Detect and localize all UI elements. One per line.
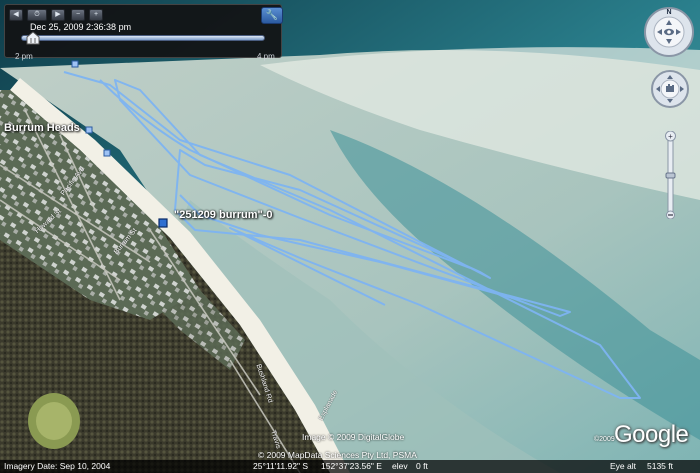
placemark-label[interactable]: "251209 burrum"-0: [174, 209, 272, 221]
time-slider-thumb[interactable]: [26, 31, 40, 45]
time-slider-track[interactable]: [21, 35, 265, 41]
compass-north-label: N: [666, 9, 671, 16]
svg-text:+: +: [668, 132, 673, 141]
zoom-thumb: [665, 172, 676, 179]
play-icon[interactable]: ▶: [51, 9, 65, 21]
eye-altitude-label: Eye alt: [610, 461, 636, 471]
compass-ring-icon[interactable]: N: [643, 6, 695, 58]
zoom-out-time-icon[interactable]: −: [71, 9, 85, 21]
place-label[interactable]: Burrum Heads: [4, 122, 80, 134]
elevation-value: 0 ft: [416, 461, 428, 471]
longitude-readout: 152°37'23.56" E: [321, 461, 382, 471]
time-readout: Dec 25, 2009 2:36:38 pm: [30, 22, 132, 32]
elevation-label: elev: [392, 461, 408, 471]
time-back-icon[interactable]: ◀: [9, 9, 23, 21]
time-start-label: 2 pm: [15, 52, 33, 61]
hand-icon[interactable]: [651, 70, 689, 108]
map-imagery: [0, 0, 700, 473]
time-slider-panel: ◀ ⏱ ▶ − + Dec 25, 2009 2:36:38 pm 2 pm 4…: [4, 4, 283, 61]
imagery-credit: Image © 2009 DigitalGlobe: [302, 432, 405, 442]
map-data-credit: © 2009 MapData Sciences Pty Ltd, PSMA: [258, 450, 417, 460]
zoom-slider[interactable]: +: [665, 130, 676, 220]
status-bar: Imagery Date: Sep 10, 2004 25°11'11.92" …: [0, 460, 700, 473]
eye-altitude-value: 5135 ft: [647, 461, 673, 471]
satellite-map[interactable]: Burrum Heads "251209 burrum"-0 Pacific A…: [0, 0, 700, 473]
imagery-date: Imagery Date: Sep 10, 2004: [4, 461, 111, 471]
wrench-icon[interactable]: 🔧: [261, 7, 283, 24]
google-year: ©2009: [594, 436, 615, 443]
zoom-in-time-icon[interactable]: +: [89, 9, 103, 21]
google-logo: Google: [614, 421, 689, 448]
clock-settings-icon[interactable]: ⏱: [27, 9, 47, 21]
time-end-label: 4 pm: [257, 52, 275, 61]
latitude-readout: 25°11'11.92" S: [253, 461, 308, 471]
